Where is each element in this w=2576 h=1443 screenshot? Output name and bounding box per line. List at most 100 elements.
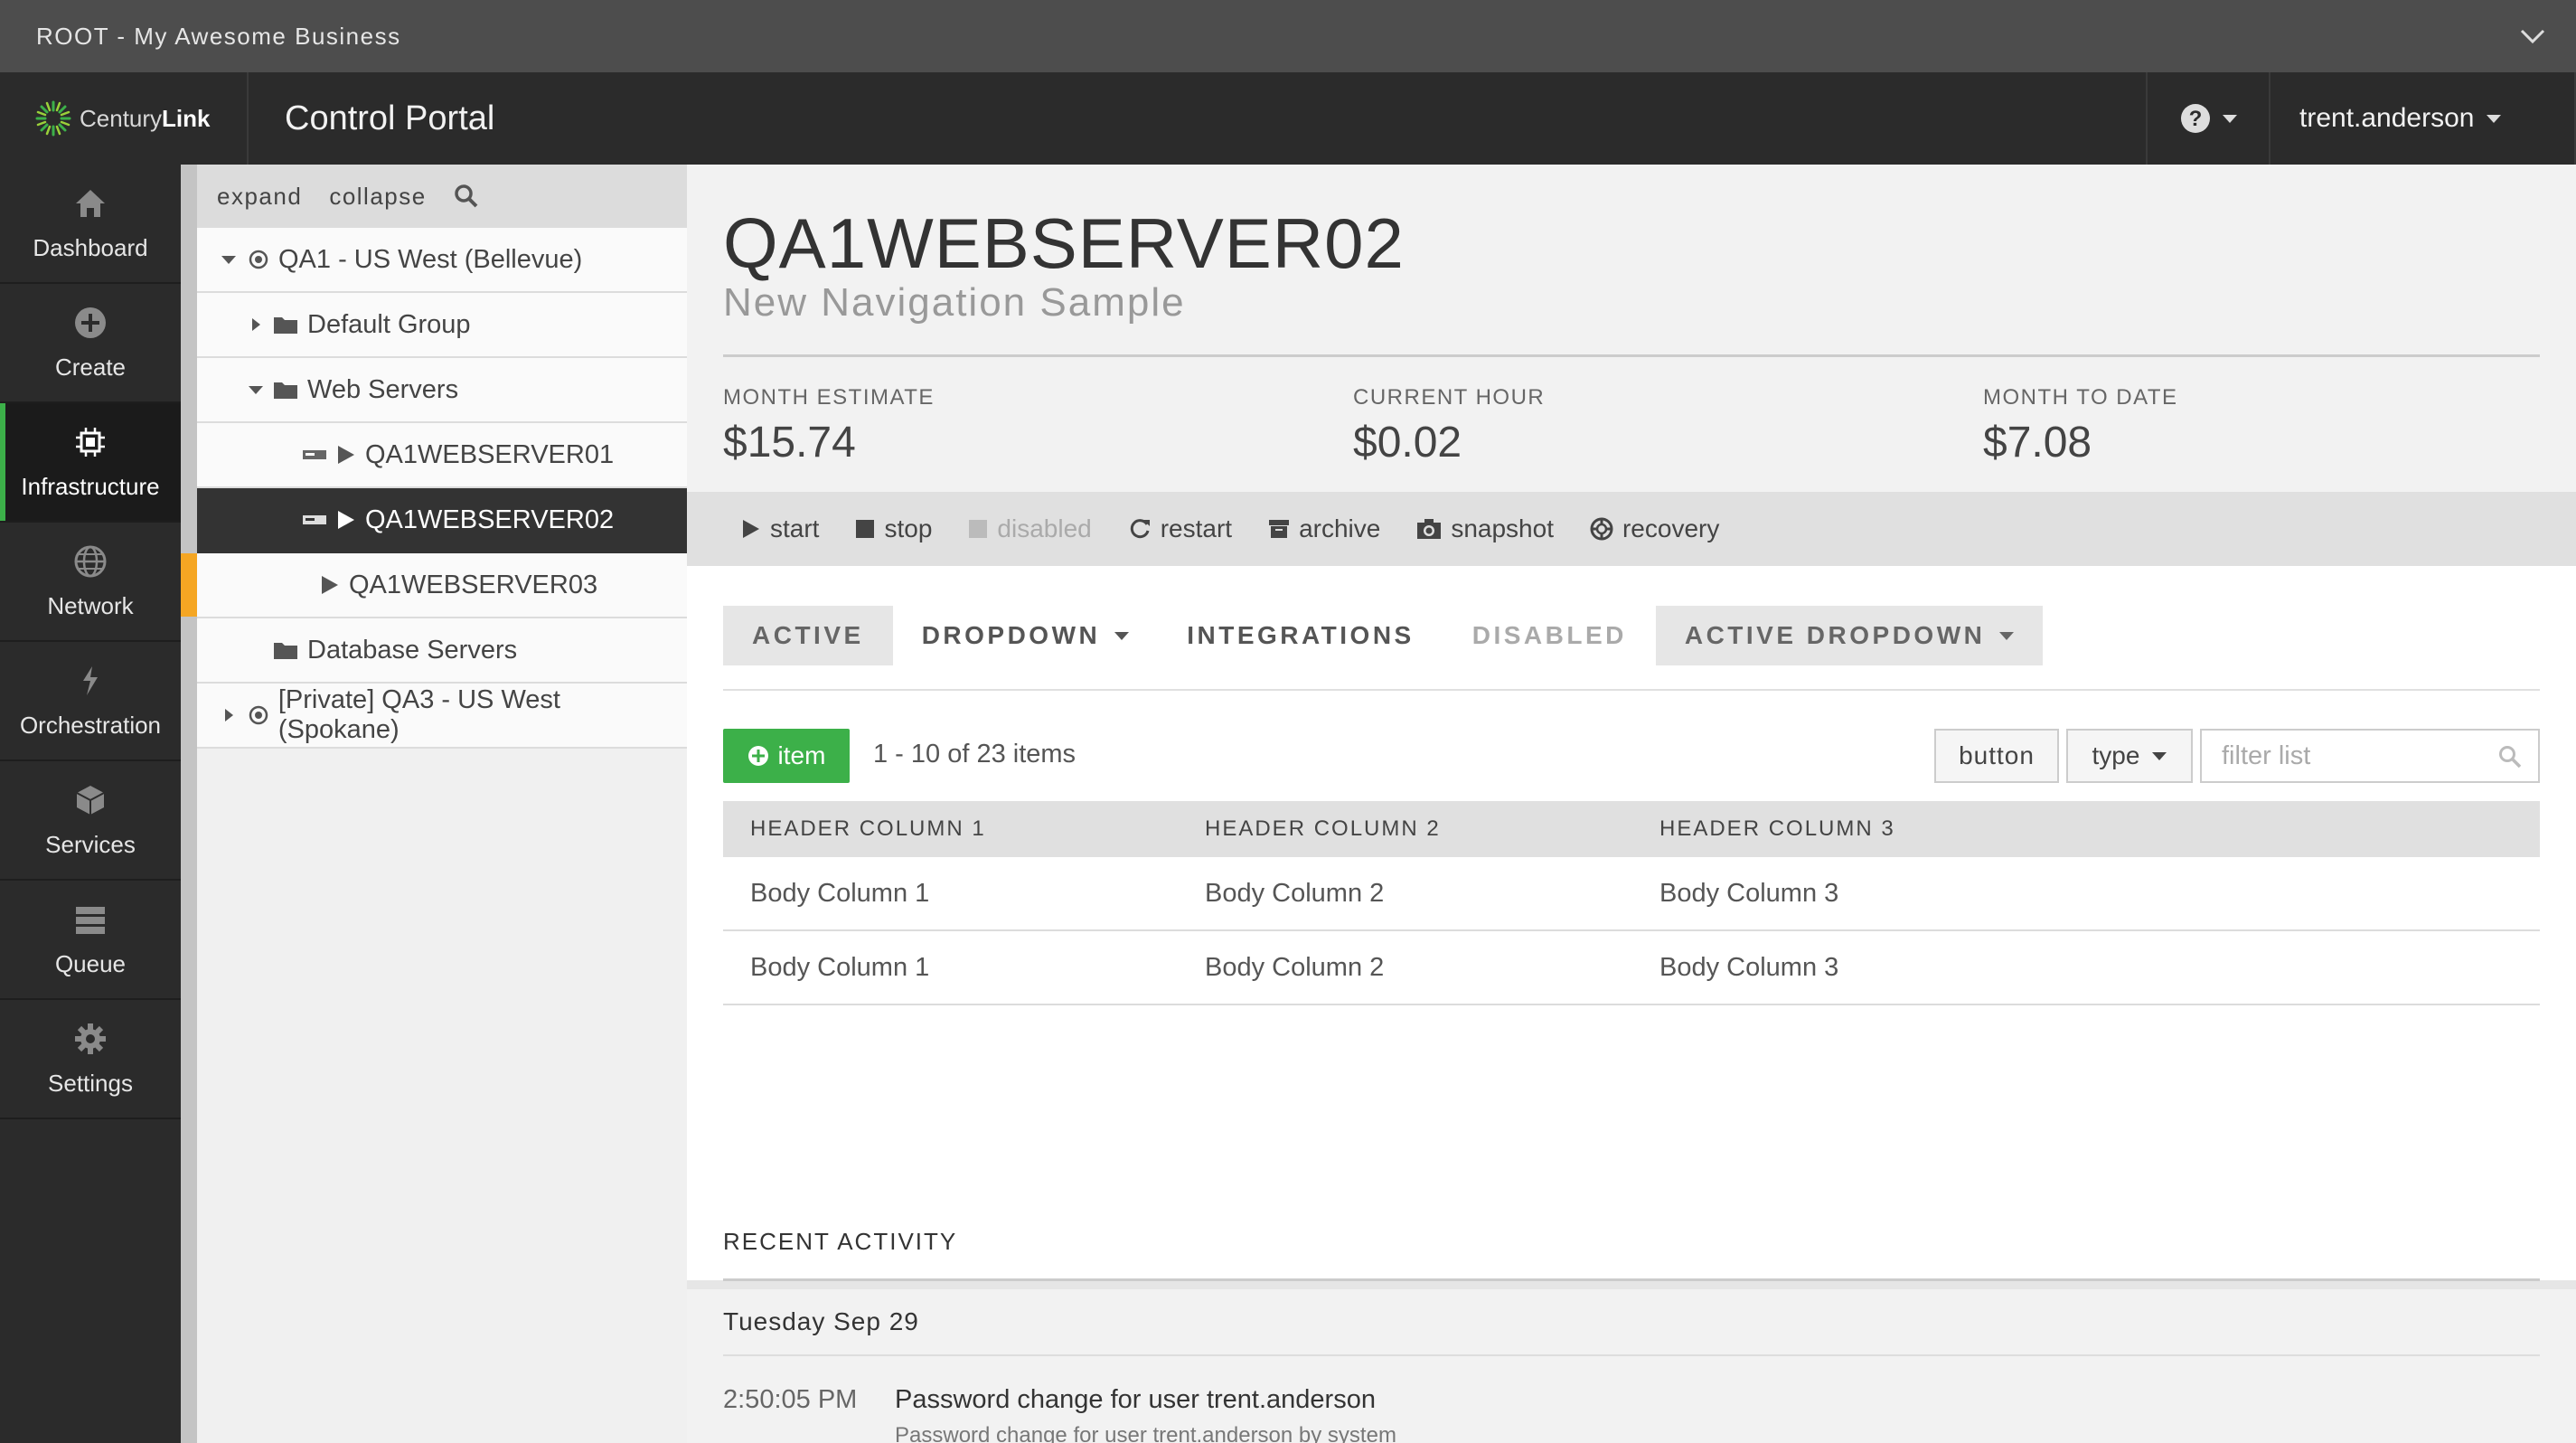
activity-title: RECENT ACTIVITY — [723, 1228, 958, 1255]
nav-label: Network — [47, 591, 134, 619]
refresh-icon — [1130, 519, 1150, 539]
activity-detail: Password change for user trent.anderson … — [895, 1423, 1396, 1443]
archive-action[interactable]: archive — [1268, 514, 1380, 543]
nav-dashboard[interactable]: Dashboard — [0, 165, 181, 284]
tab-integrations[interactable]: INTEGRATIONS — [1158, 606, 1443, 665]
account-name: ROOT - My Awesome Business — [36, 22, 401, 50]
tab-dropdown[interactable]: DROPDOWN — [893, 606, 1159, 665]
portal-title: Control Portal — [285, 99, 495, 137]
dropdown-label: type — [2092, 741, 2140, 769]
lifebuoy-icon — [1590, 517, 1613, 541]
nav-label: Infrastructure — [21, 472, 160, 500]
help-menu[interactable]: ? — [2146, 72, 2270, 165]
column-header[interactable]: HEADER COLUMN 2 — [1178, 816, 1632, 842]
snapshot-action[interactable]: snapshot — [1416, 514, 1554, 543]
type-dropdown[interactable]: type — [2066, 729, 2193, 783]
home-icon — [76, 189, 105, 217]
metric-label: CURRENT HOUR — [1353, 385, 1546, 410]
search-icon[interactable] — [454, 184, 479, 209]
divider — [723, 1354, 2540, 1356]
caret-down-icon — [2223, 114, 2237, 123]
tree-row-label: QA1WEBSERVER03 — [349, 570, 598, 599]
globe-icon — [74, 545, 107, 577]
stop-action[interactable]: stop — [855, 514, 932, 543]
recovery-action[interactable]: recovery — [1590, 514, 1719, 543]
nav-label: Dashboard — [33, 233, 148, 261]
user-menu[interactable]: trent.anderson — [2270, 72, 2576, 165]
nav-network[interactable]: Network — [0, 523, 181, 642]
action-label: start — [770, 514, 820, 542]
tree-row-server-selected[interactable]: QA1WEBSERVER02 — [197, 488, 687, 553]
tab-label: DROPDOWN — [921, 621, 1101, 649]
tab-label: ACTIVE — [752, 621, 864, 649]
play-icon — [336, 509, 356, 531]
caret-down-icon[interactable] — [242, 385, 269, 394]
button-label: item — [777, 741, 826, 769]
action-label: disabled — [997, 514, 1092, 542]
page-title: QA1WEBSERVER02 — [723, 203, 1405, 283]
table-row[interactable]: Body Column 1 Body Column 2 Body Column … — [723, 857, 2540, 931]
account-bar[interactable]: ROOT - My Awesome Business — [0, 0, 2576, 72]
action-label: snapshot — [1451, 514, 1554, 542]
generic-button[interactable]: button — [1934, 729, 2059, 783]
nav-infrastructure[interactable]: Infrastructure — [0, 403, 181, 523]
table-row[interactable]: Body Column 1 Body Column 2 Body Column … — [723, 931, 2540, 1005]
tab-active[interactable]: ACTIVE — [723, 606, 893, 665]
cube-icon — [76, 785, 105, 815]
column-header[interactable]: HEADER COLUMN 1 — [723, 816, 1178, 842]
nav-create[interactable]: Create — [0, 284, 181, 403]
tab-label: INTEGRATIONS — [1187, 621, 1415, 649]
start-action[interactable]: start — [741, 514, 819, 543]
nav-queue[interactable]: Queue — [0, 881, 181, 1000]
side-nav: Dashboard Create Infrastructure Network … — [0, 165, 181, 1443]
tree-row-group[interactable]: Database Servers — [197, 618, 687, 684]
nav-label: Orchestration — [19, 711, 162, 739]
tree-row-group[interactable]: Web Servers — [197, 358, 687, 423]
tab-bar: ACTIVE DROPDOWN INTEGRATIONS DISABLED AC… — [723, 606, 2044, 665]
server-icon — [302, 514, 327, 526]
activity-time: 2:50:05 PM — [723, 1385, 858, 1414]
tree-row-label: QA1WEBSERVER01 — [365, 439, 615, 469]
tree-row-server[interactable]: QA1WEBSERVER03 — [181, 553, 687, 618]
section-divider — [687, 1280, 2576, 1289]
caret-right-icon[interactable] — [242, 317, 269, 332]
caret-down-icon[interactable] — [215, 255, 242, 264]
logo-text: CenturyLink — [80, 104, 211, 132]
nav-orchestration[interactable]: Orchestration — [0, 642, 181, 761]
help-icon: ? — [2181, 104, 2210, 133]
metric-value: $15.74 — [723, 419, 856, 467]
tree-row-label: Database Servers — [307, 635, 518, 665]
action-label: archive — [1299, 514, 1381, 542]
tree-row-server[interactable]: QA1WEBSERVER01 — [197, 423, 687, 488]
tree-row-datacenter[interactable]: QA1 - US West (Bellevue) — [197, 228, 687, 293]
divider — [723, 354, 2540, 357]
nav-services[interactable]: Services — [0, 761, 181, 881]
expand-link[interactable]: expand — [217, 183, 302, 211]
caret-right-icon[interactable] — [215, 708, 242, 722]
table-cell: Body Column 3 — [1659, 952, 1839, 982]
column-header[interactable]: HEADER COLUMN 3 — [1632, 816, 2087, 842]
action-label: recovery — [1622, 514, 1720, 542]
tab-active-dropdown[interactable]: ACTIVE DROPDOWN — [1655, 606, 2044, 665]
chevron-down-icon[interactable] — [2516, 20, 2549, 52]
nav-label: Create — [54, 353, 127, 381]
table-cell: Body Column 3 — [1659, 878, 1839, 908]
datacenter-icon — [248, 704, 269, 726]
logo[interactable]: CenturyLink — [0, 72, 249, 165]
caret-down-icon — [1999, 631, 2015, 640]
nav-settings[interactable]: Settings — [0, 1000, 181, 1119]
restart-action[interactable]: restart — [1128, 514, 1232, 543]
metric-label: MONTH TO DATE — [1983, 385, 2178, 410]
username: trent.anderson — [2299, 103, 2475, 133]
tree-row-group[interactable]: Default Group — [197, 293, 687, 358]
collapse-link[interactable]: collapse — [329, 183, 426, 211]
add-item-button[interactable]: item — [723, 729, 850, 783]
archive-icon — [1269, 520, 1290, 538]
server-icon — [302, 448, 327, 461]
action-label: restart — [1160, 514, 1233, 542]
activity-message[interactable]: Password change for user trent.anderson — [895, 1385, 1376, 1415]
tree-row-datacenter[interactable]: [Private] QA3 - US West (Spokane) — [197, 684, 687, 749]
search-icon — [2499, 746, 2522, 769]
folder-icon — [273, 315, 298, 335]
filter-input[interactable]: filter list — [2200, 729, 2540, 783]
